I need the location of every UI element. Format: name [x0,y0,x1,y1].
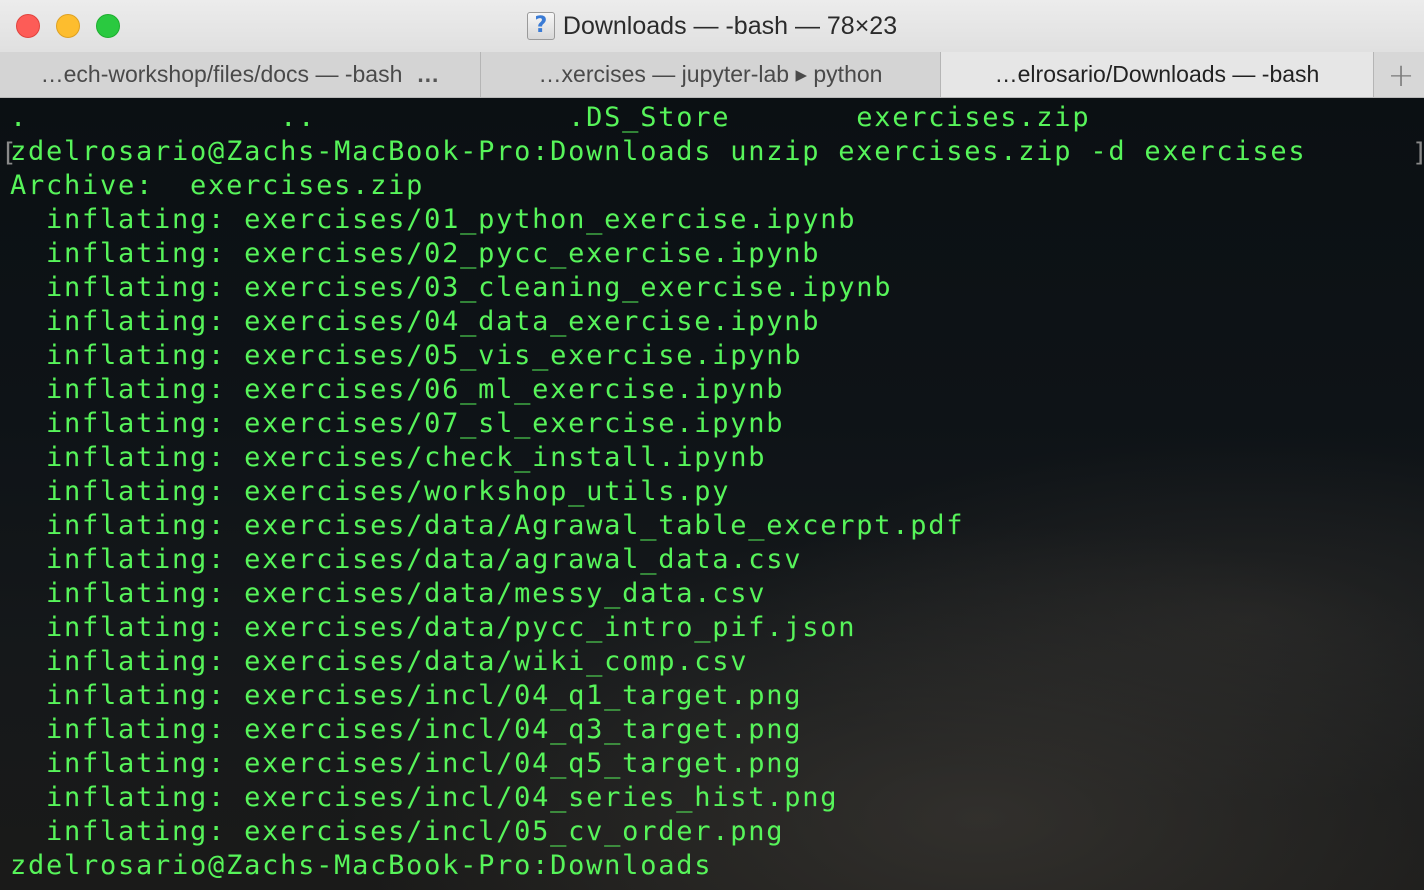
question-document-icon[interactable]: ? [526,12,555,40]
terminal-line: inflating: exercises/03_cleaning_exercis… [10,272,893,303]
tab-label: …xercises — jupyter-lab ▸ python [538,61,883,87]
terminal-line: Archive: exercises.zip [10,170,425,201]
terminal-line: inflating: exercises/01_python_exercise.… [10,204,857,235]
tab-jupyter-lab[interactable]: …xercises — jupyter-lab ▸ python [481,52,941,97]
terminal-line: inflating: exercises/check_install.ipynb [10,442,767,473]
terminal-line: inflating: exercises/04_data_exercise.ip… [10,306,821,337]
terminal-line: inflating: exercises/data/Agrawal_table_… [10,510,965,541]
terminal-line: inflating: exercises/data/messy_data.csv [10,578,767,609]
tab-label: …elrosario/Downloads — -bash [994,61,1320,87]
terminal-line: inflating: exercises/incl/04_q1_target.p… [10,680,803,711]
terminal-line: inflating: exercises/incl/04_q5_target.p… [10,748,803,779]
terminal-line: inflating: exercises/07_sl_exercise.ipyn… [10,408,785,439]
tab-bar: …ech-workshop/files/docs — -bash … …xerc… [0,52,1424,98]
window-title: Downloads — -bash — 78×23 [562,11,898,40]
terminal-line: inflating: exercises/incl/05_cv_order.pn… [10,816,785,847]
terminal-content[interactable]: [ ] . .. .DS_Store exercises.zipzdelrosa… [0,98,1424,890]
terminal-window: ? Downloads — -bash — 78×23 …ech-worksho… [0,0,1424,890]
tab-label: …ech-workshop/files/docs — -bash [40,61,403,87]
new-tab-button[interactable]: + [1378,52,1424,97]
terminal-line: inflating: exercises/02_pycc_exercise.ip… [10,238,821,269]
terminal-line: inflating: exercises/data/pycc_intro_pif… [10,612,857,643]
terminal-line: inflating: exercises/06_ml_exercise.ipyn… [10,374,785,405]
tab-docs-bash[interactable]: …ech-workshop/files/docs — -bash … [0,52,481,97]
window-title-group: ? Downloads — -bash — 78×23 [0,10,1424,42]
terminal-line: inflating: exercises/workshop_utils.py [10,476,731,507]
terminal-line: inflating: exercises/incl/04_q3_target.p… [10,714,803,745]
terminal-output: . .. .DS_Store exercises.zip zdelrosario@… [10,101,1306,883]
terminal-line: inflating: exercises/data/agrawal_data.c… [10,544,803,575]
terminal-line: inflating: exercises/05_vis_exercise.ipy… [10,340,803,371]
title-bar[interactable]: ? Downloads — -bash — 78×23 [0,0,1424,53]
tab-overflow-indicator: … [416,61,440,87]
selection-bracket-right: ] [1412,138,1424,168]
terminal-line: inflating: exercises/incl/04_series_hist… [10,782,839,813]
terminal-line: zdelrosario@Zachs-MacBook-Pro:Downloads [10,850,731,881]
terminal-line: zdelrosario@Zachs-MacBook-Pro:Downloads … [10,136,1307,167]
tab-downloads-bash[interactable]: …elrosario/Downloads — -bash [941,52,1374,97]
terminal-line: . .. .DS_Store exercises.zip [10,102,1091,133]
terminal-line: inflating: exercises/data/wiki_comp.csv [10,646,749,677]
